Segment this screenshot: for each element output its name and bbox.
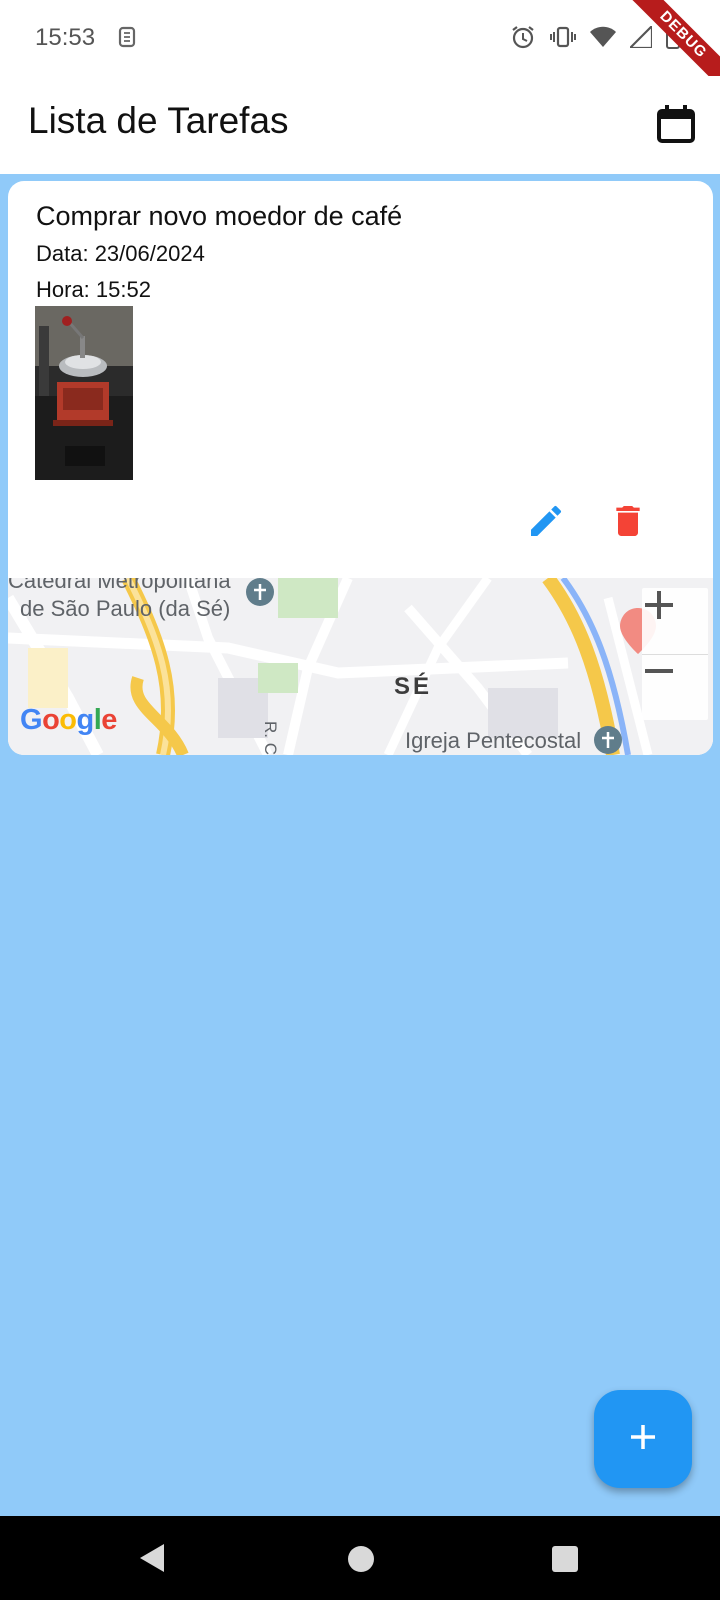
map-label-cathedral-sub: de São Paulo (da Sé) — [20, 596, 231, 621]
coffee-grinder-photo — [35, 306, 133, 480]
task-card[interactable]: Comprar novo moedor de café Data: 23/06/… — [8, 181, 713, 755]
map-label-cathedral: Catedral Metropolitana — [8, 578, 231, 593]
calendar-icon[interactable] — [654, 102, 698, 146]
edit-icon[interactable] — [526, 501, 566, 541]
google-logo: Google — [20, 704, 117, 736]
back-icon[interactable] — [138, 1542, 168, 1579]
zoom-control — [642, 588, 708, 720]
map-label-church: Igreja Pentecostal — [405, 728, 582, 753]
home-icon[interactable] — [348, 1546, 374, 1572]
status-icons — [510, 23, 680, 55]
alarm-icon — [510, 24, 536, 55]
page-title: Lista de Tarefas — [28, 100, 289, 141]
status-time: 15:53 — [35, 24, 96, 51]
system-nav-bar — [0, 1516, 720, 1600]
map-label-district: SÉ — [394, 673, 433, 700]
sim-icon — [118, 26, 138, 55]
status-bar: 15:53 DEBUG — [0, 0, 720, 96]
vibrate-icon — [550, 24, 576, 55]
wifi-icon — [590, 26, 616, 53]
zoom-out-button[interactable] — [642, 654, 708, 720]
delete-icon[interactable] — [608, 501, 648, 541]
task-title: Comprar novo moedor de café — [36, 201, 403, 231]
task-time: Hora: 15:52 — [36, 277, 151, 302]
signal-icon — [627, 23, 654, 53]
task-date: Data: 23/06/2024 — [36, 241, 205, 266]
add-task-button[interactable] — [594, 1390, 692, 1488]
app-bar: Lista de Tarefas — [0, 76, 720, 174]
map-view[interactable]: Catedral Metropolitana de São Paulo (da … — [8, 578, 713, 755]
map-label-street: R. C — [261, 721, 280, 755]
recents-icon[interactable] — [552, 1546, 578, 1572]
add-icon — [629, 1423, 657, 1456]
zoom-in-button[interactable] — [642, 588, 708, 655]
